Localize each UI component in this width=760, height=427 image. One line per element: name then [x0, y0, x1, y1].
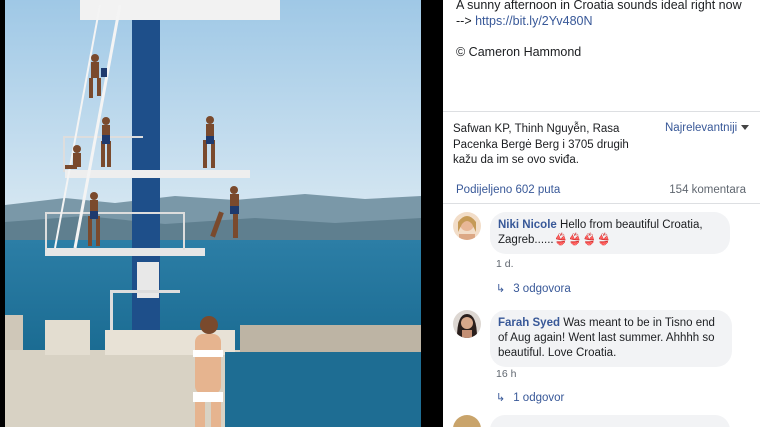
avatar[interactable] [453, 310, 481, 338]
sort-label: Najrelevantniji [665, 122, 738, 134]
comment-item: Farah Syed Was meant to be in Tisno end … [453, 310, 753, 410]
caption-arrow: --> [456, 14, 476, 28]
caption-text: A sunny afternoon in Croatia sounds idea… [456, 0, 742, 12]
divider [443, 203, 760, 204]
comment-author[interactable]: Niki Nicole [498, 219, 557, 231]
chevron-down-icon [741, 125, 750, 131]
caption-link[interactable]: https://bit.ly/2Yv480N [475, 14, 592, 28]
comment-sort-dropdown[interactable]: Najrelevantniji [665, 122, 750, 134]
replies-label: 1 odgovor [513, 392, 565, 404]
comments-count[interactable]: 154 komentara [669, 184, 746, 196]
photo-credit: © Cameron Hammond [456, 45, 582, 59]
reply-arrow-icon: ↳ [496, 283, 506, 295]
comment-author[interactable]: Farah Syed [498, 317, 560, 329]
comment-bubble: Niki Nicole Hello from beautiful Croatia… [490, 212, 730, 254]
divider [443, 111, 760, 112]
comment-time[interactable]: 16 h [496, 368, 516, 380]
comment-item: Niki Nicole Hello from beautiful Croatia… [453, 212, 753, 295]
reply-arrow-icon: ↳ [496, 392, 506, 404]
avatar[interactable] [453, 415, 481, 427]
reactions-summary[interactable]: Safwan KP, Thinh Nguyễn, Rasa Pacenka Be… [453, 122, 653, 169]
comment-emoji: 👙👙👙👙 [553, 234, 611, 246]
comment-bubble: Farah Syed Was meant to be in Tisno end … [490, 310, 732, 367]
post-details-panel: A sunny afternoon in Croatia sounds idea… [443, 0, 760, 427]
comment-item [453, 415, 753, 427]
view-replies-link[interactable]: ↳ 1 odgovor [496, 391, 564, 404]
avatar[interactable] [453, 212, 481, 240]
comment-time[interactable]: 1 d. [496, 258, 514, 270]
post-photo[interactable] [5, 0, 421, 427]
diving-tower-scene [5, 0, 421, 427]
comment-bubble [490, 415, 730, 427]
shares-count[interactable]: Podijeljeno 602 puta [456, 184, 560, 196]
replies-label: 3 odgovora [513, 283, 571, 295]
view-replies-link[interactable]: ↳ 3 odgovora [496, 282, 571, 295]
photo-viewer [0, 0, 443, 427]
post-caption: A sunny afternoon in Croatia sounds idea… [456, 0, 756, 29]
